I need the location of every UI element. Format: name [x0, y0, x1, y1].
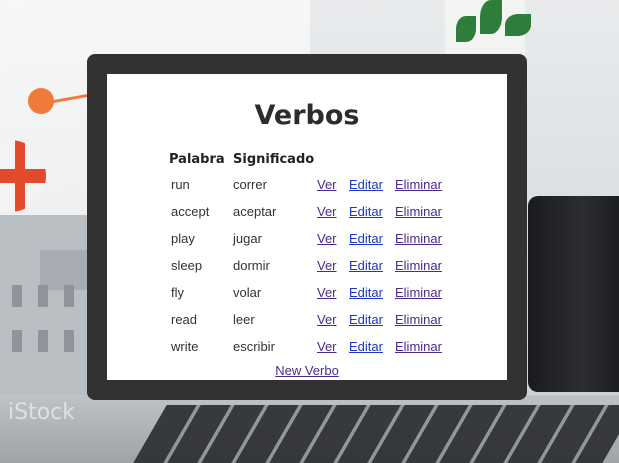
view-link[interactable]: Ver: [317, 204, 337, 219]
delete-link[interactable]: Eliminar: [395, 285, 442, 300]
column-header-empty: [317, 147, 347, 171]
column-header-word: Palabra: [169, 151, 225, 167]
delete-link[interactable]: Eliminar: [395, 312, 442, 327]
view-link[interactable]: Ver: [317, 177, 337, 192]
delete-link[interactable]: Eliminar: [395, 339, 442, 354]
background-leaf: [505, 14, 531, 36]
verb-word: fly: [171, 285, 184, 300]
verbs-table: Palabra Significado run correr Ver Edita…: [167, 147, 457, 360]
verb-meaning: aceptar: [233, 204, 277, 219]
background-window: [12, 330, 22, 352]
verbs-card: Verbos Palabra Significado run correr Ve…: [87, 54, 527, 400]
background-coffee-mug: [528, 196, 619, 392]
background-window: [38, 330, 48, 352]
edit-link[interactable]: Editar: [349, 339, 383, 354]
edit-link[interactable]: Editar: [349, 177, 383, 192]
delete-link[interactable]: Eliminar: [395, 231, 442, 246]
verb-word: play: [171, 231, 195, 246]
background-keyboard: [133, 405, 619, 463]
background-window: [38, 285, 48, 307]
view-link[interactable]: Ver: [317, 339, 337, 354]
verb-meaning: volar: [233, 285, 262, 300]
background-watermark: iStock: [8, 400, 75, 425]
delete-link[interactable]: Eliminar: [395, 258, 442, 273]
edit-link[interactable]: Editar: [349, 231, 383, 246]
delete-link[interactable]: Eliminar: [395, 177, 442, 192]
verb-meaning: escribir: [233, 339, 275, 354]
column-header-meaning: Significado: [233, 151, 315, 167]
page-title: Verbos: [254, 100, 360, 131]
column-header-empty: [349, 147, 393, 171]
background-leaf: [456, 16, 476, 42]
table-header-row: Palabra Significado: [169, 147, 455, 171]
table-row: play jugar Ver Editar Eliminar: [169, 225, 455, 252]
background-window: [64, 285, 74, 307]
new-verb-link[interactable]: New Verbo: [275, 363, 339, 378]
verb-meaning: correr: [233, 177, 267, 192]
edit-link[interactable]: Editar: [349, 258, 383, 273]
view-link[interactable]: Ver: [317, 285, 337, 300]
column-header-empty: [395, 147, 455, 171]
edit-link[interactable]: Editar: [349, 285, 383, 300]
table-row: run correr Ver Editar Eliminar: [169, 171, 455, 198]
verbs-panel: Verbos Palabra Significado run correr Ve…: [107, 74, 507, 380]
background-window: [64, 330, 74, 352]
table-row: write escribir Ver Editar Eliminar: [169, 333, 455, 360]
verb-meaning: dormir: [233, 258, 270, 273]
verb-word: sleep: [171, 258, 203, 273]
edit-link[interactable]: Editar: [349, 312, 383, 327]
new-verb-container: New Verbo: [107, 363, 507, 378]
verb-word: run: [171, 177, 190, 192]
table-row: fly volar Ver Editar Eliminar: [169, 279, 455, 306]
verb-meaning: leer: [233, 312, 255, 327]
verb-meaning: jugar: [233, 231, 262, 246]
delete-link[interactable]: Eliminar: [395, 204, 442, 219]
verb-word: write: [171, 339, 199, 354]
verb-word: read: [171, 312, 198, 327]
table-row: read leer Ver Editar Eliminar: [169, 306, 455, 333]
background-leaf: [480, 0, 502, 34]
background-orange-dot: [28, 88, 54, 114]
background-window: [12, 285, 22, 307]
table-row: accept aceptar Ver Editar Eliminar: [169, 198, 455, 225]
table-row: sleep dormir Ver Editar Eliminar: [169, 252, 455, 279]
edit-link[interactable]: Editar: [349, 204, 383, 219]
verb-word: accept: [171, 204, 210, 219]
view-link[interactable]: Ver: [317, 231, 337, 246]
view-link[interactable]: Ver: [317, 258, 337, 273]
view-link[interactable]: Ver: [317, 312, 337, 327]
